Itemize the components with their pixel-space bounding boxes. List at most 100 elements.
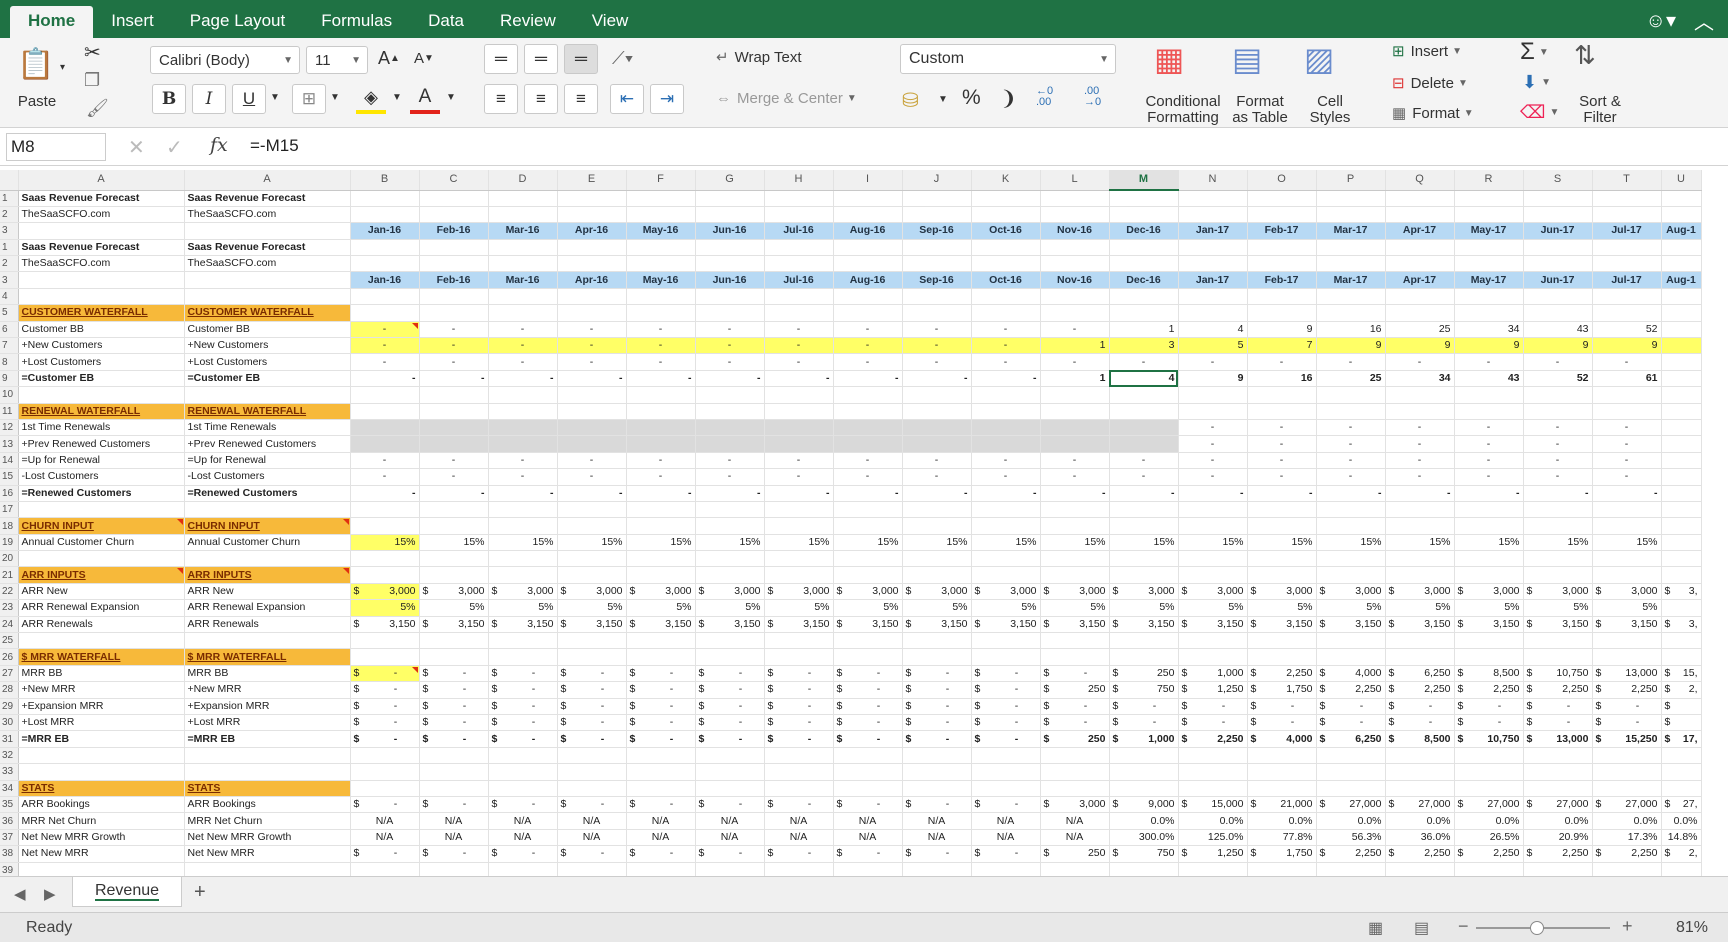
data-cell[interactable] [1592, 862, 1662, 876]
data-cell[interactable] [557, 862, 627, 876]
data-cell[interactable]: $ - [626, 714, 696, 732]
row-header[interactable]: 30 [0, 714, 19, 732]
data-cell[interactable]: - [1109, 353, 1179, 371]
data-cell[interactable]: - [1040, 353, 1110, 371]
data-cell[interactable] [1109, 566, 1179, 584]
row-label-cell[interactable] [184, 747, 351, 765]
data-cell[interactable]: Feb-16 [419, 271, 489, 289]
data-cell[interactable] [1040, 632, 1110, 650]
data-cell[interactable]: $ - [557, 665, 627, 683]
prev-sheet-icon[interactable]: ◀ [14, 885, 26, 903]
data-cell[interactable] [350, 288, 420, 306]
row-header[interactable]: 23 [0, 599, 19, 617]
data-cell[interactable] [902, 190, 972, 207]
data-cell[interactable] [1109, 747, 1179, 765]
data-cell[interactable]: Aug-16 [833, 271, 903, 289]
data-cell[interactable]: $ - [695, 796, 765, 814]
ribbon-tab-page-layout[interactable]: Page Layout [172, 6, 303, 38]
data-cell[interactable]: - [1592, 435, 1662, 453]
data-cell[interactable] [1178, 862, 1248, 876]
data-cell[interactable]: 15% [1523, 534, 1593, 552]
data-cell[interactable] [1109, 304, 1179, 322]
data-cell[interactable]: - [557, 337, 627, 355]
data-cell[interactable]: 9 [1247, 321, 1317, 339]
data-cell[interactable]: - [350, 369, 420, 388]
row-label-cell[interactable]: =Renewed Customers [184, 484, 351, 502]
data-cell[interactable] [1661, 386, 1702, 404]
data-cell[interactable] [1247, 632, 1317, 650]
data-cell[interactable]: 0.0% [1178, 812, 1248, 830]
data-cell[interactable]: - [488, 484, 558, 502]
row-header[interactable]: 20 [0, 550, 19, 568]
data-cell[interactable] [1247, 763, 1317, 781]
row-label-cell[interactable]: =MRR EB [184, 730, 351, 748]
row-label-cell[interactable]: CUSTOMER WATERFALL [184, 304, 351, 322]
data-cell[interactable]: $3,150 [419, 616, 489, 634]
data-cell[interactable] [1661, 419, 1702, 437]
row-label-cell[interactable]: Net New MRR [184, 845, 351, 863]
data-cell[interactable] [1523, 632, 1593, 650]
data-cell[interactable] [1523, 566, 1593, 584]
row-label-cell[interactable] [18, 222, 185, 240]
data-cell[interactable]: - [764, 468, 834, 486]
data-cell[interactable] [971, 255, 1041, 273]
data-cell[interactable]: Oct-16 [971, 222, 1041, 240]
autosum-icon[interactable]: Σ ▼ [1520, 38, 1549, 66]
column-header[interactable]: U [1661, 170, 1702, 191]
data-cell[interactable] [1523, 288, 1593, 306]
data-cell[interactable]: N/A [764, 812, 834, 830]
data-cell[interactable]: $ - [764, 681, 834, 699]
data-cell[interactable] [1385, 190, 1455, 207]
data-cell[interactable] [350, 501, 420, 519]
cancel-icon[interactable]: ✕ [128, 135, 145, 160]
data-cell[interactable] [1109, 419, 1179, 437]
sort-filter-icon[interactable]: ⇅ [1574, 40, 1596, 71]
page-layout-view-icon[interactable]: ▤ [1414, 918, 1429, 938]
row-header[interactable]: 14 [0, 452, 19, 470]
data-cell[interactable] [557, 190, 627, 207]
data-cell[interactable] [764, 239, 834, 257]
formula-input[interactable]: =-M15 [250, 136, 299, 156]
data-cell[interactable] [695, 304, 765, 322]
data-cell[interactable]: $ - [350, 714, 420, 732]
data-cell[interactable]: - [1247, 468, 1317, 486]
row-label-cell[interactable]: RENEWAL WATERFALL [184, 403, 351, 420]
data-cell[interactable] [419, 501, 489, 519]
data-cell[interactable]: 15% [626, 534, 696, 552]
fill-icon[interactable]: ⬇ ▼ [1522, 72, 1551, 93]
data-cell[interactable]: - [764, 321, 834, 339]
data-cell[interactable]: - [350, 484, 420, 502]
data-cell[interactable]: $8,500 [1385, 730, 1455, 748]
data-cell[interactable]: 61 [1592, 369, 1662, 388]
data-cell[interactable]: Nov-16 [1040, 271, 1110, 289]
data-cell[interactable]: 5% [1385, 599, 1455, 617]
data-cell[interactable]: - [488, 337, 558, 355]
data-cell[interactable] [626, 386, 696, 404]
font-name-select[interactable]: Calibri (Body) ▼ [150, 46, 300, 74]
data-cell[interactable]: - [902, 484, 972, 502]
data-cell[interactable] [1592, 632, 1662, 650]
row-label-cell[interactable]: MRR Net Churn [184, 812, 351, 830]
data-cell[interactable]: $2,250 [1523, 681, 1593, 699]
data-cell[interactable]: $13,000 [1523, 730, 1593, 748]
data-cell[interactable] [1523, 190, 1593, 207]
column-header[interactable]: D [488, 170, 558, 191]
data-cell[interactable]: $21,000 [1247, 796, 1317, 814]
data-cell[interactable]: $4,000 [1316, 665, 1386, 683]
data-cell[interactable] [557, 288, 627, 306]
data-cell[interactable] [1661, 763, 1702, 781]
data-cell[interactable] [1661, 780, 1702, 797]
data-cell[interactable]: $27,000 [1454, 796, 1524, 814]
percent-style-button[interactable]: % [962, 86, 981, 110]
data-cell[interactable]: - [626, 468, 696, 486]
data-cell[interactable]: - [557, 369, 627, 388]
data-cell[interactable] [626, 632, 696, 650]
data-cell[interactable]: $ - [833, 730, 903, 748]
data-cell[interactable]: $ - [971, 681, 1041, 699]
data-cell[interactable]: - [488, 369, 558, 388]
column-header[interactable]: N [1178, 170, 1248, 191]
data-cell[interactable]: $2,250 [1385, 681, 1455, 699]
data-cell[interactable]: $1,750 [1247, 845, 1317, 863]
data-cell[interactable]: $ - [695, 845, 765, 863]
data-cell[interactable]: $3,150 [971, 616, 1041, 634]
